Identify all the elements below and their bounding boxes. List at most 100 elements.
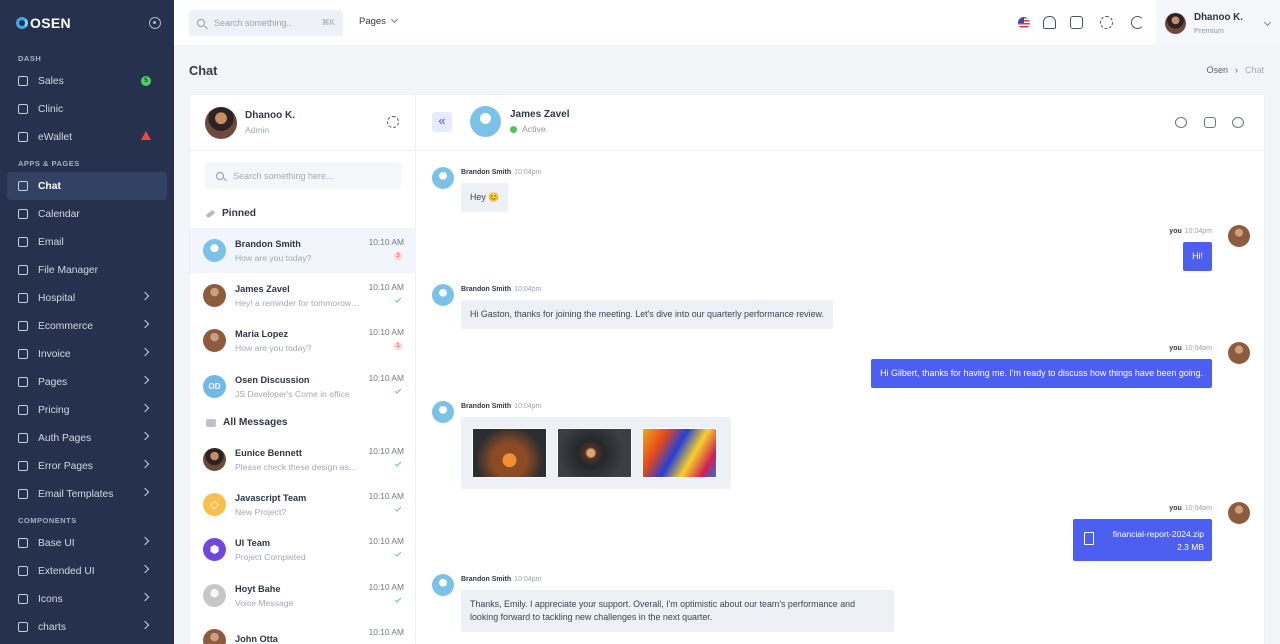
message-meta: Brandon Smith 10:04pm [461,576,542,583]
chevron-down-icon [1263,18,1272,27]
my-role: Admin [245,125,270,135]
sidebar-item-invoice[interactable]: Invoice [7,340,167,368]
collapse-contacts-button[interactable]: « [432,112,452,132]
message-icon [206,418,216,427]
my-name: Dhanoo K. [245,110,295,121]
contact-brandon-smith[interactable]: Brandon Smith How are you today? 10:10 AM… [190,228,416,273]
template-icon [18,489,28,499]
error-icon [18,461,28,471]
sidebar-item-pages[interactable]: Pages [7,368,167,396]
read-check-icon [394,460,402,467]
message-bubble: Hi Gaston, thanks for joining the meetin… [461,300,833,329]
sidebar-item-email-templates[interactable]: Email Templates [7,480,167,508]
sidebar-item-chat[interactable]: Chat [7,172,167,200]
section-apps: APPS & PAGES [18,159,80,168]
read-check-icon [394,550,402,557]
sidebar-item-email[interactable]: Email [7,228,167,256]
image-thumbnail[interactable] [642,428,717,478]
chevron-right-icon [140,592,150,602]
sidebar-item-icons[interactable]: Icons [7,585,167,613]
contact-search-input[interactable]: Search something here... [205,162,401,189]
gear-icon[interactable] [1100,16,1113,29]
peer-status: Active [510,124,570,134]
sidebar-toggle-icon[interactable] [149,17,161,29]
info-icon[interactable] [1232,117,1244,128]
chevron-right-icon [140,620,150,630]
sidebar-item-sales[interactable]: Sales 5 [7,67,167,95]
sidebar-item-pricing[interactable]: Pricing [7,396,167,424]
us-flag-icon[interactable] [1018,17,1030,29]
avatar [432,284,454,306]
sidebar-item-extended-ui[interactable]: Extended UI [7,557,167,585]
sidebar-item-calendar[interactable]: Calendar [7,200,167,228]
apps-grid-icon[interactable] [1070,16,1083,29]
avatar [432,167,454,189]
my-profile: Dhanoo K. Admin [190,95,415,151]
sidebar-item-clinic[interactable]: Clinic [7,95,167,123]
file-size: 2.3 MB [1177,542,1204,552]
phone-icon[interactable] [1175,117,1187,128]
sidebar-item-error-pages[interactable]: Error Pages [7,452,167,480]
avatar [203,584,226,607]
sidebar: OSEN DASH Sales 5 Clinic eWallet APPS & P… [0,0,174,644]
chevron-right-icon [140,375,150,385]
chevron-right-icon [140,319,150,329]
peer-name: James Zavel [510,109,570,120]
contact-maria-lopez[interactable]: Maria Lopez How are you today? 10:10 AM 1 [190,318,416,363]
wallet-icon [18,132,28,142]
moon-icon[interactable] [1131,16,1144,29]
page-title: Chat [189,63,218,78]
avatar [1228,342,1250,364]
contact-eunice-bennett[interactable]: Eunice Bennett Please check these design … [190,437,416,482]
global-search-input[interactable]: Search something.. ⌘K [189,10,343,36]
contact-hoyt-bahe[interactable]: Hoyt Bahe Voice Message 10:10 AM [190,573,416,618]
image-thumbnail[interactable] [557,428,632,478]
file-attachment[interactable]: financial-report-2024.zip 2.3 MB [1073,519,1212,561]
chevron-right-icon [140,291,150,301]
contact-javascript-team[interactable]: ◇ Javascript Team New Project? 10:10 AM [190,482,416,527]
sidebar-item-auth-pages[interactable]: Auth Pages [7,424,167,452]
breadcrumb-current: Chat [1244,65,1264,75]
message-meta: you 10:04pm [1169,228,1212,235]
breadcrumb-home[interactable]: Osen [1206,65,1228,75]
avatar [203,329,226,352]
chat-icon [18,181,28,191]
contacts-pane: Dhanoo K. Admin Search something here...… [190,95,416,644]
video-icon[interactable] [1204,117,1216,128]
calendar-icon [18,209,28,219]
avatar [432,401,454,423]
pages-dropdown[interactable]: Pages [359,16,397,27]
read-check-icon [394,596,402,603]
extended-ui-icon [18,566,28,576]
avatar [1165,12,1186,34]
contact-ui-team[interactable]: ⬢ UI Team Project Completed 10:10 AM [190,527,416,572]
sidebar-item-file-manager[interactable]: File Manager [7,256,167,284]
image-thumbnail[interactable] [472,428,547,478]
bell-icon[interactable] [1043,16,1056,29]
message-meta: Brandon Smith 10:04pm [461,286,542,293]
sidebar-item-hospital[interactable]: Hospital [7,284,167,312]
pinned-heading: Pinned [205,208,256,219]
chevron-right-icon [140,459,150,469]
avatar [432,574,454,596]
sidebar-item-base-ui[interactable]: Base UI [7,529,167,557]
message-meta: you 10:04pm [1169,345,1212,352]
breadcrumb-separator: › [1234,65,1238,75]
folder-icon [18,265,28,275]
chevron-right-icon [140,564,150,574]
charts-icon [18,622,28,632]
settings-icon[interactable] [387,116,399,128]
contact-john-otta[interactable]: John Otta 10:10 AM [190,618,416,644]
contact-osen-discussion[interactable]: OD Osen Discussion JS Developer's Come in… [190,364,416,409]
osen-logo[interactable]: OSEN [16,15,71,31]
search-icon [197,19,205,27]
javascript-logo-icon: ◇ [203,493,226,516]
contact-james-zavel[interactable]: James Zavel Hey! a reminder for tommorow'… [190,273,416,318]
chevron-right-icon [140,403,150,413]
sidebar-item-charts[interactable]: charts [7,613,167,641]
sidebar-item-ewallet[interactable]: eWallet [7,123,167,151]
sidebar-item-ecommerce[interactable]: Ecommerce [7,312,167,340]
search-icon [216,171,224,180]
user-profile-menu[interactable]: Dhanoo K. Premium [1156,0,1280,46]
hospital-icon [18,293,28,303]
